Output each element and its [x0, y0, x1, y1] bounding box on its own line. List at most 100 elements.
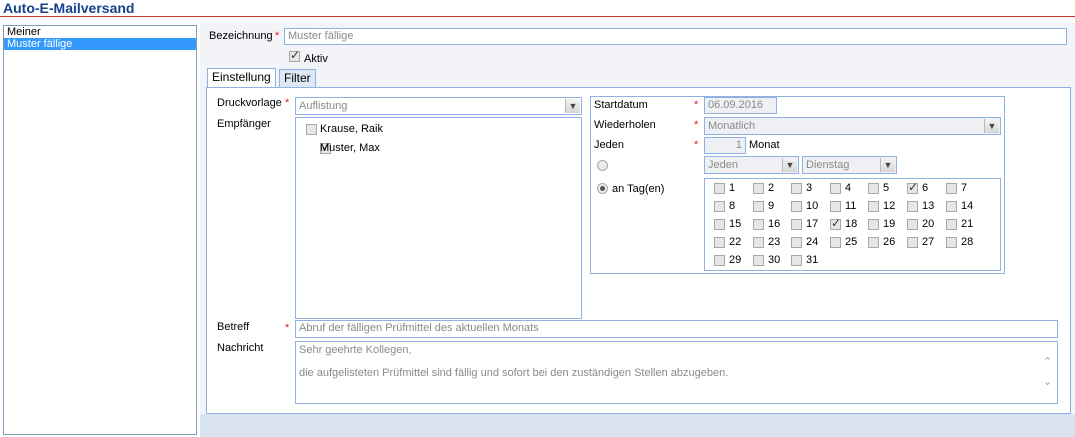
- day-checkbox-15[interactable]: [714, 219, 725, 230]
- druckvorlage-select[interactable]: Auflistung ▼: [295, 97, 582, 115]
- druckvorlage-required-marker: *: [285, 97, 290, 109]
- day-checkbox-2[interactable]: [753, 183, 764, 194]
- aktiv-checkbox[interactable]: [289, 48, 300, 62]
- day-label: 9: [768, 200, 775, 212]
- day-label: 13: [922, 200, 935, 212]
- bezeichnung-label: Bezeichnung: [209, 30, 273, 42]
- day-checkbox-30[interactable]: [753, 255, 764, 266]
- tab-einstellung[interactable]: Einstellung: [207, 68, 276, 87]
- day-label: 14: [961, 200, 974, 212]
- druckvorlage-value: Auflistung: [299, 100, 348, 112]
- day-checkbox-23[interactable]: [753, 237, 764, 248]
- day-checkbox-6[interactable]: [907, 180, 918, 194]
- day-checkbox-7[interactable]: [946, 183, 957, 194]
- day-checkbox-12[interactable]: [868, 201, 879, 212]
- day-label: 16: [768, 218, 781, 230]
- wiederholen-select[interactable]: Monatlich ▼: [704, 117, 1001, 135]
- day-checkbox-22[interactable]: [714, 237, 725, 248]
- day-checkbox-14[interactable]: [946, 201, 957, 212]
- day-label: 28: [961, 236, 974, 248]
- weekday-select[interactable]: Dienstag ▼: [802, 156, 897, 174]
- chevron-down-icon[interactable]: ▼: [565, 99, 580, 113]
- wiederholen-value: Monatlich: [708, 120, 756, 132]
- day-checkbox-18[interactable]: [830, 216, 841, 230]
- jeden-interval-input[interactable]: 1: [704, 137, 746, 154]
- day-label: 17: [806, 218, 819, 230]
- betreff-required-marker: *: [285, 322, 290, 334]
- day-label: 18: [845, 218, 858, 230]
- betreff-input[interactable]: Abruf der fälligen Prüfmittel des aktuel…: [295, 320, 1058, 338]
- config-list[interactable]: Meiner Muster fällige: [3, 25, 197, 435]
- recipient-checkbox-krause[interactable]: [306, 124, 317, 135]
- recipient-name: Muster, Max: [320, 142, 380, 154]
- day-checkbox-26[interactable]: [868, 237, 879, 248]
- startdatum-input[interactable]: 06.09.2016: [704, 97, 777, 114]
- empfaenger-label: Empfänger: [217, 118, 271, 130]
- startdatum-label: Startdatum: [594, 99, 648, 111]
- day-checkbox-20[interactable]: [907, 219, 918, 230]
- day-label: 29: [729, 254, 742, 266]
- scroll-up-icon[interactable]: ⌃: [1043, 355, 1052, 368]
- day-checkbox-31[interactable]: [791, 255, 802, 266]
- day-checkbox-17[interactable]: [791, 219, 802, 230]
- day-label: 27: [922, 236, 935, 248]
- day-checkbox-4[interactable]: [830, 183, 841, 194]
- day-checkbox-1[interactable]: [714, 183, 725, 194]
- day-checkbox-19[interactable]: [868, 219, 879, 230]
- jeden-unit-label: Monat: [749, 139, 780, 151]
- day-checkbox-29[interactable]: [714, 255, 725, 266]
- list-item-meiner[interactable]: Meiner: [4, 26, 196, 38]
- weekday-option-radio[interactable]: [597, 160, 608, 171]
- title-divider: [0, 16, 1075, 17]
- detail-panel-footer: [200, 414, 1075, 437]
- day-checkbox-28[interactable]: [946, 237, 957, 248]
- day-label: 19: [883, 218, 896, 230]
- nachricht-line-1: Sehr geehrte Kollegen,: [299, 344, 412, 356]
- day-checkbox-27[interactable]: [907, 237, 918, 248]
- day-checkbox-16[interactable]: [753, 219, 764, 230]
- day-checkbox-3[interactable]: [791, 183, 802, 194]
- day-label: 7: [961, 182, 968, 194]
- day-label: 15: [729, 218, 742, 230]
- weekday-ordinal-select[interactable]: Jeden ▼: [704, 156, 799, 174]
- day-label: 31: [806, 254, 819, 266]
- an-tag-option-radio[interactable]: [597, 183, 608, 194]
- list-item-muster-faellige[interactable]: Muster fällige: [4, 38, 196, 50]
- day-label: 21: [961, 218, 974, 230]
- bezeichnung-input[interactable]: Muster fällige: [284, 28, 1067, 45]
- chevron-down-icon[interactable]: ▼: [782, 158, 797, 172]
- day-checkbox-24[interactable]: [791, 237, 802, 248]
- day-checkbox-13[interactable]: [907, 201, 918, 212]
- day-label: 2: [768, 182, 775, 194]
- day-label: 4: [845, 182, 852, 194]
- aktiv-label: Aktiv: [304, 53, 328, 65]
- day-label: 5: [883, 182, 890, 194]
- chevron-down-icon[interactable]: ▼: [880, 158, 895, 172]
- day-label: 8: [729, 200, 736, 212]
- nachricht-textarea[interactable]: Sehr geehrte Kollegen, die aufgelisteten…: [295, 341, 1058, 404]
- nachricht-label: Nachricht: [217, 342, 264, 354]
- day-checkbox-25[interactable]: [830, 237, 841, 248]
- day-label: 3: [806, 182, 813, 194]
- wiederholen-required-marker: *: [694, 119, 699, 131]
- weekday-value: Dienstag: [806, 159, 850, 171]
- day-checkbox-10[interactable]: [791, 201, 802, 212]
- bezeichnung-required-marker: *: [275, 30, 280, 42]
- chevron-down-icon[interactable]: ▼: [984, 119, 999, 133]
- day-of-month-grid: 1234567891011121314151617181920212223242…: [704, 178, 1001, 271]
- tab-filter[interactable]: Filter: [279, 69, 316, 87]
- wiederholen-label: Wiederholen: [594, 119, 656, 131]
- day-checkbox-11[interactable]: [830, 201, 841, 212]
- empfaenger-list[interactable]: Krause, Raik Muster, Max: [295, 117, 582, 319]
- day-label: 10: [806, 200, 819, 212]
- scroll-down-icon[interactable]: ⌄: [1043, 375, 1052, 388]
- day-label: 12: [883, 200, 896, 212]
- day-checkbox-21[interactable]: [946, 219, 957, 230]
- day-checkbox-5[interactable]: [868, 183, 879, 194]
- day-checkbox-8[interactable]: [714, 201, 725, 212]
- betreff-label: Betreff: [217, 321, 250, 333]
- day-label: 24: [806, 236, 819, 248]
- day-label: 1: [729, 182, 736, 194]
- day-checkbox-9[interactable]: [753, 201, 764, 212]
- jeden-required-marker: *: [694, 139, 699, 151]
